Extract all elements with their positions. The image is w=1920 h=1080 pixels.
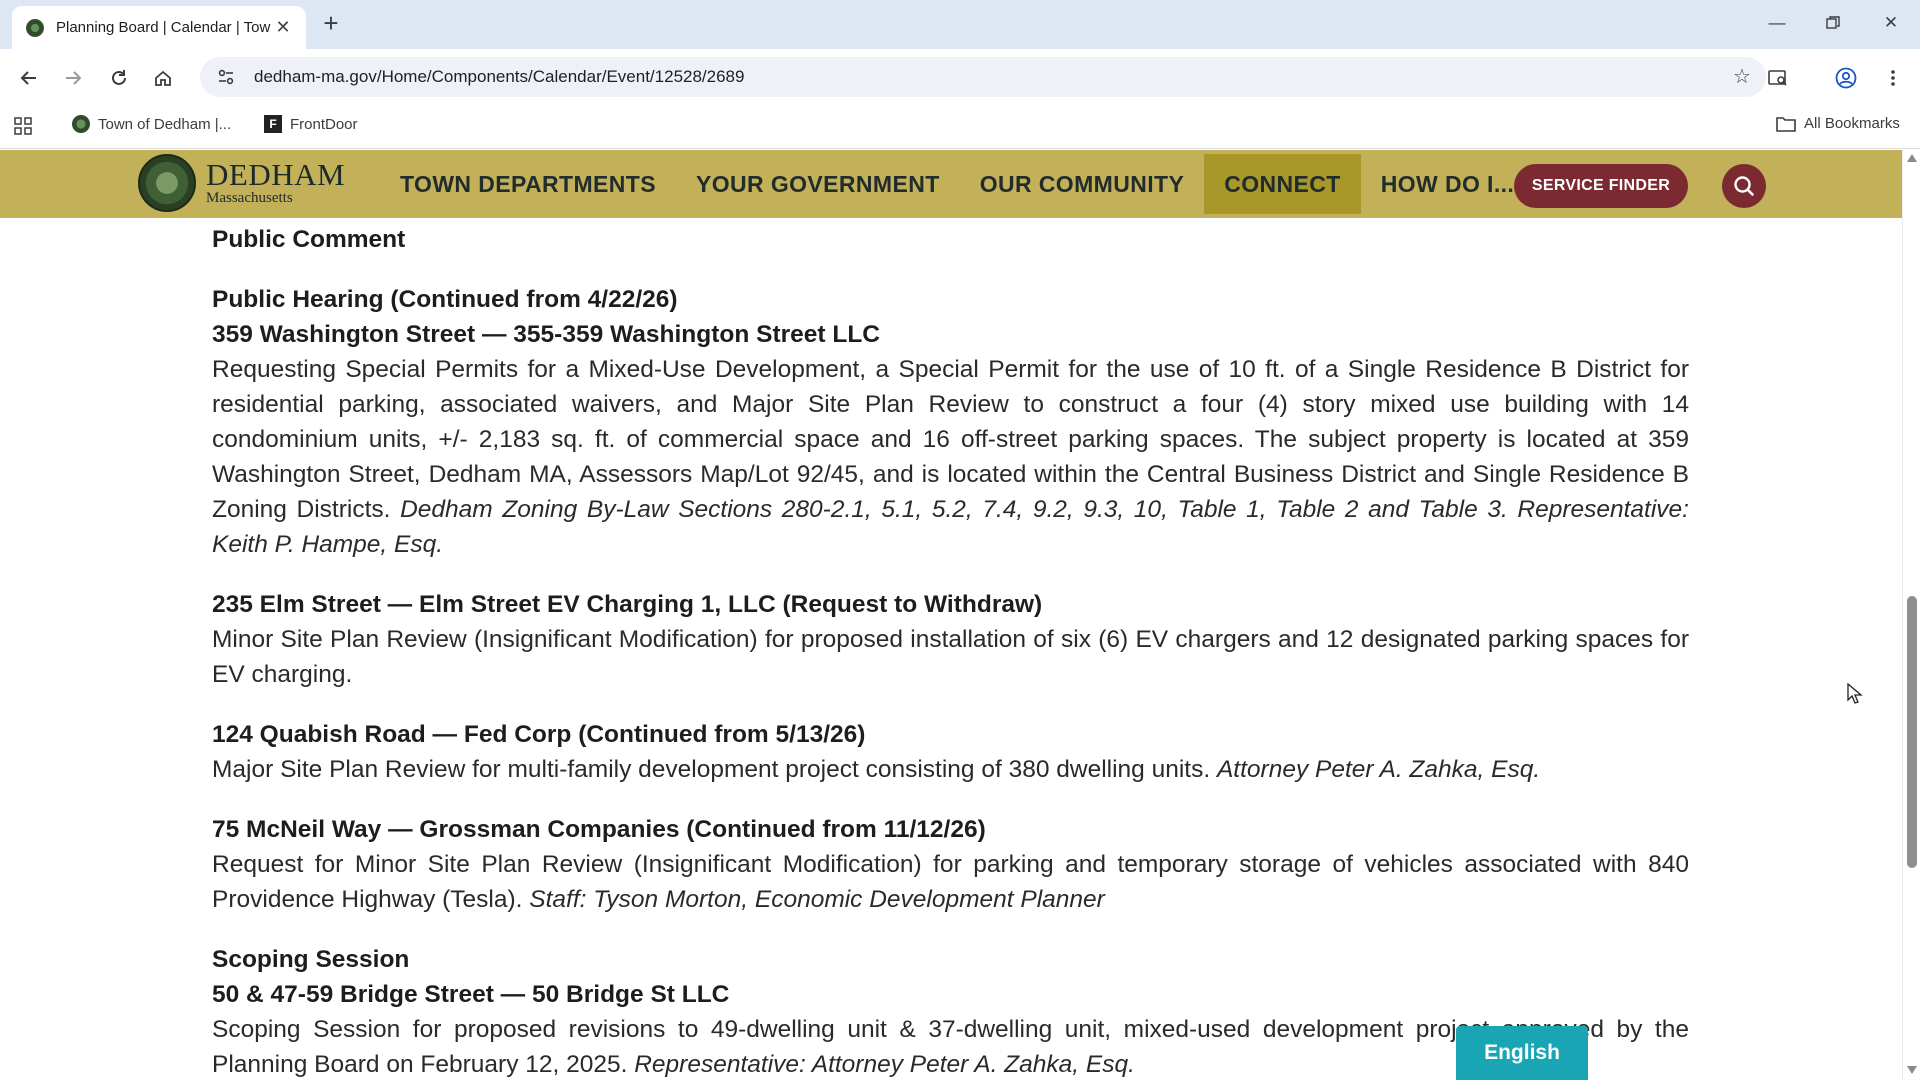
agenda-item-note: Staff: Tyson Morton, Economic Developmen… <box>529 886 1105 913</box>
bookmark-town-of-dedham[interactable]: Town of Dedham |... <box>72 115 231 133</box>
event-description: Public Comment Public Hearing (Continued… <box>212 222 1689 1080</box>
scrollbar-thumb[interactable] <box>1907 596 1917 868</box>
url-text: dedham-ma.gov/Home/Components/Calendar/E… <box>254 67 745 86</box>
agenda-item-title: 235 Elm Street — Elm Street EV Charging … <box>212 591 1043 618</box>
bookmark-label: FrontDoor <box>290 115 358 133</box>
agenda-item-washington: Public Hearing (Continued from 4/22/26) … <box>212 282 1689 562</box>
browser-tab-strip: Planning Board | Calendar | Tow ✕ + — ✕ <box>0 0 1920 49</box>
scoping-session-heading: Scoping Session <box>212 946 410 973</box>
site-info-icon[interactable] <box>206 57 246 97</box>
nav-town-departments[interactable]: TOWN DEPARTMENTS <box>380 154 676 214</box>
agenda-item-elm: 235 Elm Street — Elm Street EV Charging … <box>212 587 1689 692</box>
frontdoor-icon: F <box>264 115 282 133</box>
folder-icon <box>1776 116 1796 132</box>
agenda-item-note: Dedham Zoning By-Law Sections 280-2.1, 5… <box>212 496 1689 558</box>
mouse-cursor-icon <box>1847 682 1863 710</box>
logo-subtitle: Massachusetts <box>206 190 293 206</box>
logo-name[interactable]: DEDHAM <box>206 159 345 190</box>
agenda-item-body: Minor Site Plan Review (Insignificant Mo… <box>212 626 1689 688</box>
close-tab-icon[interactable]: ✕ <box>272 17 294 39</box>
globe-icon <box>72 115 90 133</box>
restore-window-icon[interactable] <box>1818 10 1848 36</box>
browser-tab-active[interactable]: Planning Board | Calendar | Tow ✕ <box>12 6 306 49</box>
scroll-down-arrow-icon[interactable] <box>1907 1066 1917 1074</box>
close-window-icon[interactable]: ✕ <box>1876 10 1906 36</box>
home-icon[interactable] <box>148 63 178 93</box>
language-selector-button[interactable]: English <box>1456 1026 1588 1080</box>
site-header: DEDHAM Massachusetts TOWN DEPARTMENTS YO… <box>0 150 1902 218</box>
agenda-item-note: Representative: Attorney Peter A. Zahka,… <box>634 1051 1135 1078</box>
browser-toolbar: dedham-ma.gov/Home/Components/Calendar/E… <box>0 49 1920 105</box>
reload-icon[interactable] <box>104 63 134 93</box>
public-comment-section: Public Comment <box>212 222 1689 257</box>
minimize-window-icon[interactable]: — <box>1762 10 1792 36</box>
page-scrollbar[interactable] <box>1902 150 1920 1080</box>
browser-menu-icon[interactable] <box>1878 63 1908 93</box>
service-finder-button[interactable]: SERVICE FINDER <box>1514 164 1688 208</box>
main-nav: TOWN DEPARTMENTS YOUR GOVERNMENT OUR COM… <box>380 150 1534 218</box>
all-bookmarks-label: All Bookmarks <box>1804 115 1900 132</box>
all-bookmarks[interactable]: All Bookmarks <box>1776 115 1900 132</box>
tab-title: Planning Board | Calendar | Tow <box>56 19 271 36</box>
nav-how-do-i[interactable]: HOW DO I... <box>1361 154 1534 214</box>
agenda-item-body: Request for Minor Site Plan Review (Insi… <box>212 851 1689 913</box>
agenda-item-title: 75 McNeil Way — Grossman Companies (Cont… <box>212 816 986 843</box>
search-icon <box>1734 176 1754 196</box>
scroll-up-arrow-icon[interactable] <box>1907 154 1917 162</box>
back-arrow-icon[interactable] <box>14 63 44 93</box>
address-bar[interactable]: dedham-ma.gov/Home/Components/Calendar/E… <box>200 57 1766 97</box>
bookmarks-bar: Town of Dedham |... F FrontDoor All Book… <box>0 105 1920 149</box>
bookmark-label: Town of Dedham |... <box>98 115 232 133</box>
agenda-item-title: 359 Washington Street — 355-359 Washingt… <box>212 321 880 348</box>
nav-our-community[interactable]: OUR COMMUNITY <box>960 154 1205 214</box>
public-comment-heading: Public Comment <box>212 226 406 253</box>
dedham-seal-logo[interactable] <box>138 154 196 212</box>
agenda-item-mcneil: 75 McNeil Way — Grossman Companies (Cont… <box>212 812 1689 917</box>
forward-arrow-icon[interactable] <box>58 63 88 93</box>
agenda-item-quabish: 124 Quabish Road — Fed Corp (Continued f… <box>212 717 1689 787</box>
bookmark-frontdoor[interactable]: F FrontDoor <box>264 115 358 133</box>
site-search-button[interactable] <box>1722 164 1766 208</box>
nav-your-government[interactable]: YOUR GOVERNMENT <box>676 154 960 214</box>
agenda-item-body: Major Site Plan Review for multi-family … <box>212 756 1541 783</box>
bookmark-star-icon[interactable]: ☆ <box>1730 65 1754 89</box>
new-tab-icon[interactable]: + <box>318 10 344 37</box>
apps-grid-icon[interactable] <box>14 117 32 135</box>
dedham-favicon-icon <box>26 18 44 37</box>
agenda-item-note: Attorney Peter A. Zahka, Esq. <box>1216 756 1541 783</box>
agenda-item-body: Requesting Special Permits for a Mixed-U… <box>212 356 1689 558</box>
profile-icon[interactable] <box>1831 63 1861 93</box>
public-hearing-heading: Public Hearing (Continued from 4/22/26) <box>212 286 678 313</box>
agenda-item-title: 50 & 47-59 Bridge Street — 50 Bridge St … <box>212 981 730 1008</box>
agenda-item-title: 124 Quabish Road — Fed Corp (Continued f… <box>212 721 866 748</box>
tab-search-icon[interactable] <box>1763 63 1793 93</box>
nav-connect[interactable]: CONNECT <box>1204 154 1361 214</box>
